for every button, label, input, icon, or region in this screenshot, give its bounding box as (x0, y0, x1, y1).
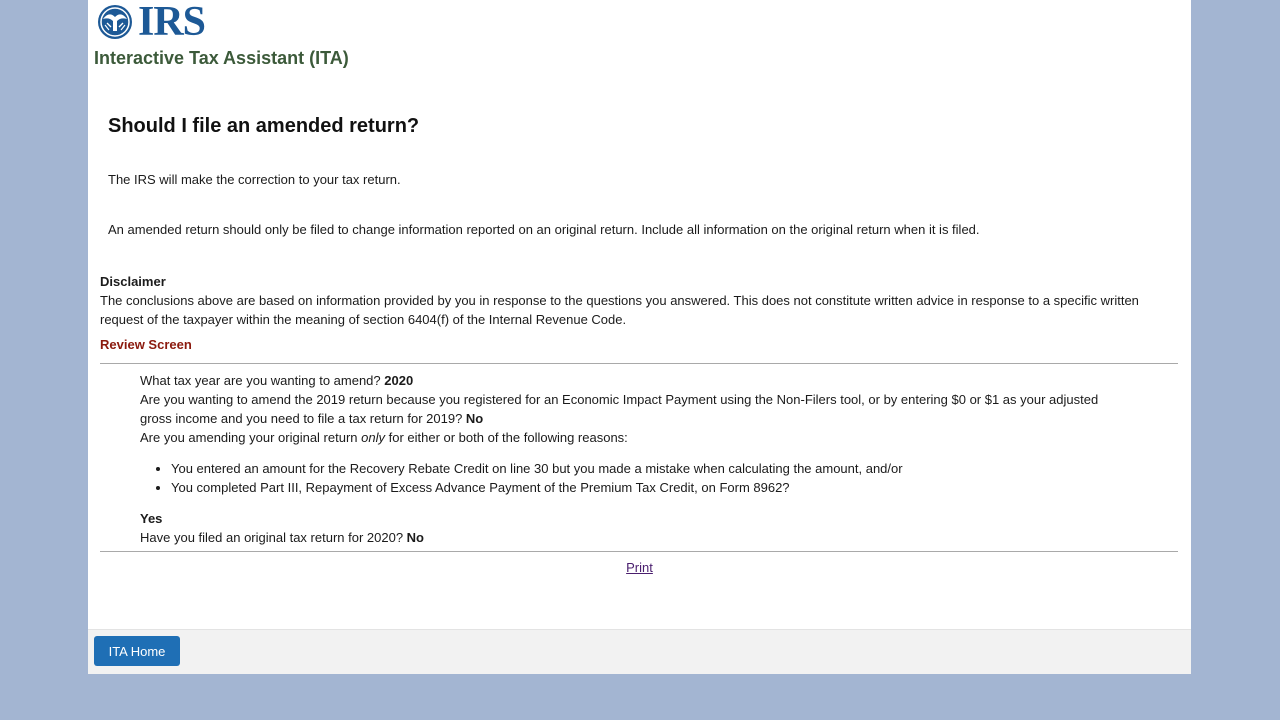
print-link[interactable]: Print (626, 560, 653, 575)
review-question-4: Have you filed an original tax return fo… (140, 530, 425, 545)
footer-bar: ITA Home (88, 629, 1191, 674)
irs-logo-text: IRS (138, 0, 206, 45)
print-container: Print (88, 560, 1191, 575)
review-reason-list: You entered an amount for the Recovery R… (140, 459, 1120, 497)
disclaimer-text: The conclusions above are based on infor… (100, 293, 1139, 327)
review-answer-2: No (465, 411, 484, 426)
app-title: Interactive Tax Assistant (ITA) (94, 48, 349, 68)
page-container: IRS Interactive Tax Assistant (ITA) Shou… (88, 0, 1191, 674)
result-paragraph-2: An amended return should only be filed t… (108, 222, 980, 237)
review-top-divider (100, 363, 1178, 364)
review-answer-3: Yes (140, 511, 163, 526)
list-item: You completed Part III, Repayment of Exc… (171, 478, 1120, 497)
review-bottom-divider (100, 551, 1178, 552)
review-question-2: Are you wanting to amend the 2019 return… (140, 392, 1099, 426)
review-question-1: What tax year are you wanting to amend? … (140, 373, 414, 388)
page-title: Should I file an amended return? (108, 115, 420, 137)
ita-home-button[interactable]: ITA Home (94, 636, 180, 666)
review-screen: What tax year are you wanting to amend? … (140, 371, 1120, 547)
irs-logo[interactable]: IRS (94, 0, 210, 45)
disclaimer-title: Disclaimer (100, 274, 166, 289)
list-item: You entered an amount for the Recovery R… (171, 459, 1120, 478)
irs-eagle-icon (98, 5, 132, 39)
review-answer-4: No (406, 530, 425, 545)
review-question-3: Are you amending your original return on… (140, 430, 628, 445)
review-screen-title: Review Screen (100, 337, 192, 352)
disclaimer: Disclaimer The conclusions above are bas… (100, 272, 1180, 329)
review-answer-1: 2020 (384, 373, 414, 388)
result-paragraph-1: The IRS will make the correction to your… (108, 172, 401, 187)
